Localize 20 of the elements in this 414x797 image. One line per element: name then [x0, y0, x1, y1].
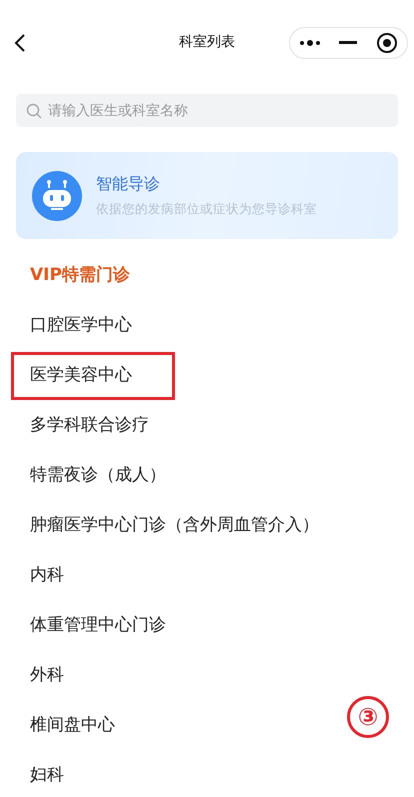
page-title: 科室列表: [179, 33, 235, 52]
department-item[interactable]: 体重管理中心门诊: [30, 613, 166, 639]
search-field[interactable]: 请输入医生或科室名称: [16, 94, 398, 127]
more-icon[interactable]: [299, 39, 322, 47]
guide-title: 智能导诊: [96, 173, 161, 196]
department-item[interactable]: 口腔医学中心: [30, 313, 132, 339]
annotation-mark: ③: [347, 696, 389, 738]
department-item[interactable]: 肿瘤医学中心门诊（含外周血管介入）: [30, 513, 319, 539]
close-icon[interactable]: [376, 32, 398, 54]
department-item[interactable]: 特需夜诊（成人）: [30, 463, 166, 489]
department-item[interactable]: 医学美容中心: [14, 355, 172, 397]
department-item[interactable]: 多学科联合诊疗: [30, 413, 149, 439]
department-item[interactable]: 椎间盘中心: [30, 713, 115, 739]
department-item[interactable]: 内科: [30, 563, 64, 589]
robot-icon: [32, 170, 82, 220]
department-item[interactable]: 外科: [30, 663, 64, 689]
department-item[interactable]: 妇科: [30, 763, 64, 789]
department-item[interactable]: VIP特需门诊: [30, 263, 130, 289]
back-icon[interactable]: [14, 34, 26, 52]
minimize-icon[interactable]: [339, 41, 358, 45]
